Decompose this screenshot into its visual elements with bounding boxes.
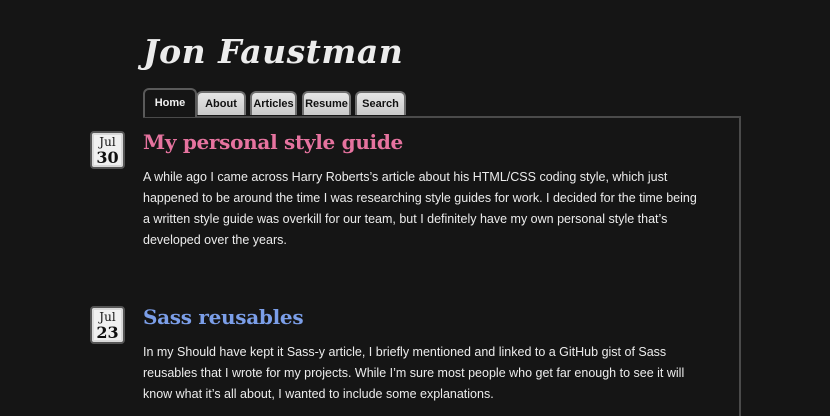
post-title-link[interactable]: My personal style guide	[143, 130, 403, 154]
tab-search[interactable]: Search	[355, 91, 406, 115]
site-title[interactable]: Jon Faustman	[143, 32, 403, 71]
date-day: 30	[96, 148, 119, 167]
post-excerpt: A while ago I came across Harry Roberts’…	[143, 170, 697, 247]
tab-home[interactable]: Home	[143, 88, 197, 117]
tab-resume[interactable]: Resume	[302, 91, 351, 115]
tab-about[interactable]: About	[196, 91, 246, 115]
tab-articles[interactable]: Articles	[250, 91, 297, 115]
date-month: Jul	[99, 135, 116, 149]
post-excerpt: In my Should have kept it Sass-y article…	[143, 345, 685, 401]
date-badge: Jul 30	[90, 131, 125, 169]
date-month: Jul	[99, 310, 116, 324]
date-badge: Jul 23	[90, 306, 125, 344]
post-title-link[interactable]: Sass reusables	[143, 305, 304, 329]
date-day: 23	[96, 323, 119, 342]
